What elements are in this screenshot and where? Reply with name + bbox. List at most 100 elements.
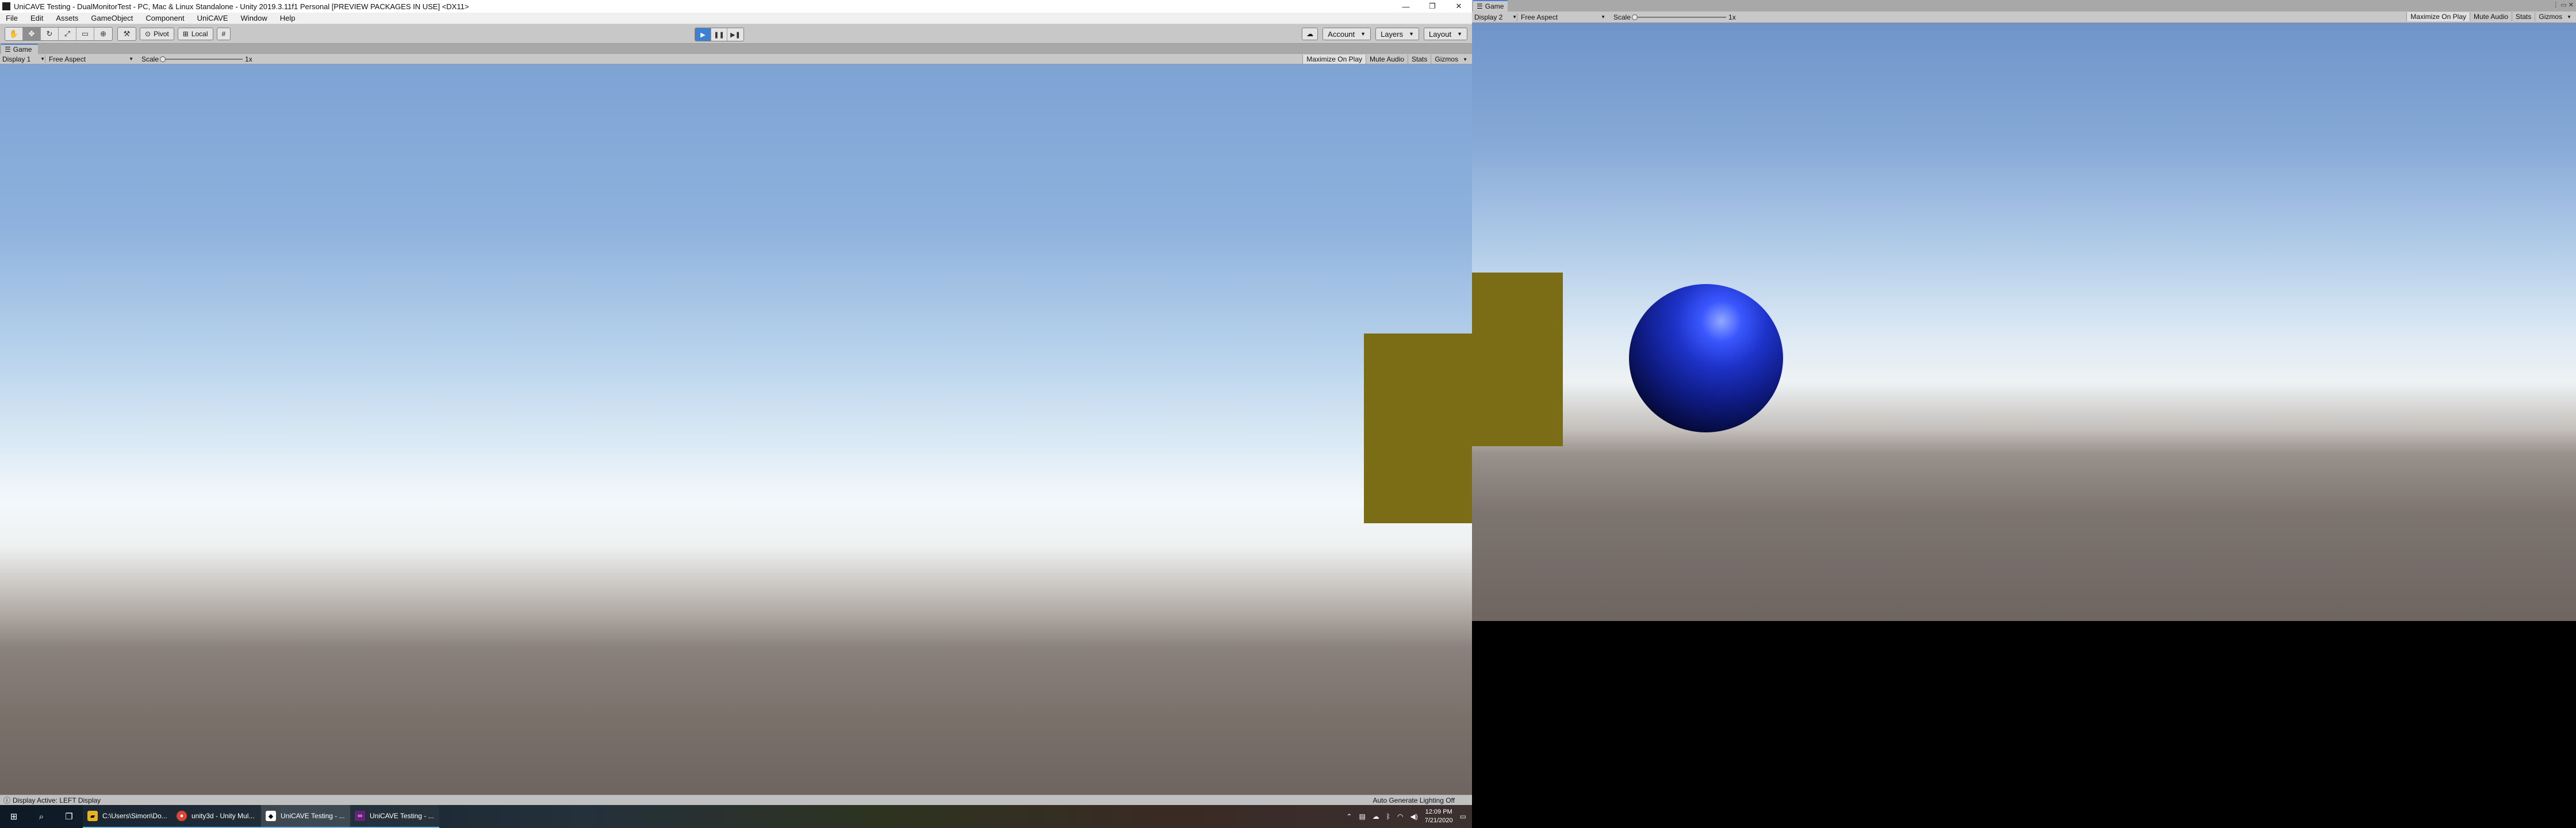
scale-value: 1x [245,55,252,63]
grid-snap-toggle[interactable]: # [216,27,231,40]
scale-slider-2-knob[interactable] [1632,14,1638,20]
gizmos-dropdown-2[interactable]: Gizmos [2535,12,2566,21]
game-tab-icon: ☰ [5,45,11,53]
maximize-on-play-toggle-2[interactable]: Maximize On Play [2406,12,2470,21]
aspect-select-value: Free Aspect [49,55,86,63]
rect-tool-icon[interactable]: ▭ [76,27,94,40]
menu-gameobject[interactable]: GameObject [83,14,138,22]
clock-time: 12:09 PM [1425,808,1452,815]
aspect-select-2-value: Free Aspect [1521,13,1558,21]
game-tab-icon: ☰ [1477,2,1483,10]
playback-controls: ▶ ❚❚ ▶❚ [695,28,744,41]
local-label: Local [191,29,208,38]
game-view-toggles: Maximize On Play Mute Audio Stats Gizmos… [1302,54,1469,64]
tab-game-2-label: Game [1485,2,1504,10]
local-toggle[interactable]: ⊞ Local [177,27,213,40]
scale-slider[interactable] [159,54,245,64]
aspect-select-2[interactable]: Free Aspect ▼ [1517,13,1608,21]
network-icon[interactable]: ▤ [1359,812,1365,821]
scale-tool-icon[interactable]: ⤢ [59,27,76,40]
chrome-icon: ● [177,811,187,821]
pause-button[interactable]: ❚❚ [711,28,727,41]
menu-unicave[interactable]: UniCAVE [190,14,233,22]
task-view-icon[interactable]: ❐ [55,805,83,828]
cube-object [1364,334,1472,523]
display-select[interactable]: Display 1 ▼ [0,55,45,63]
chevron-up-icon[interactable]: ⌃ [1346,812,1352,821]
pivot-label: Pivot [154,29,169,38]
cloud-icon[interactable]: ☁ [1302,28,1318,40]
scale-slider-knob[interactable] [160,56,166,62]
onedrive-icon[interactable]: ☁ [1373,812,1379,821]
account-label: Account [1328,29,1355,39]
taskbar-item-visual-studio[interactable]: ∞ UniCAVE Testing - ... [350,805,439,828]
local-icon: ⊞ [182,29,189,38]
rotate-tool-icon[interactable]: ↻ [41,27,59,40]
title-bar: UniCAVE Testing - DualMonitorTest - PC, … [0,0,1472,13]
stats-toggle-2[interactable]: Stats [2512,12,2535,21]
chevron-down-icon[interactable]: ▼ [2566,12,2573,21]
chevron-down-icon: ▼ [1601,14,1605,20]
account-dropdown[interactable]: Account ▼ [1322,28,1371,40]
menu-help[interactable]: Help [273,14,301,22]
toolbar-right: ☁ Account ▼ Layers ▼ Layout ▼ [1302,28,1467,40]
gizmos-dropdown[interactable]: Gizmos [1431,55,1462,64]
windows-start-icon[interactable]: ⊞ [0,805,28,828]
display-select-2[interactable]: Display 2 ▼ [1472,13,1517,21]
close-button[interactable]: ✕ [1446,0,1472,13]
grid-icon: # [221,29,226,38]
menu-edit[interactable]: Edit [23,14,48,22]
taskbar-item-explorer[interactable]: ▰ C:\Users\Simon\Do... [83,805,172,828]
unity-editor-window: UniCAVE Testing - DualMonitorTest - PC, … [0,0,1472,805]
move-tool-icon[interactable]: ✥ [23,27,41,40]
layout-dropdown[interactable]: Layout ▼ [1424,28,1467,40]
taskbar-item-label: UniCAVE Testing - ... [281,812,345,820]
search-icon[interactable]: ⌕ [28,805,55,828]
mute-audio-toggle-2[interactable]: Mute Audio [2470,12,2512,21]
minimize-button[interactable]: — [1393,0,1419,13]
display-select-2-value: Display 2 [1474,13,1503,21]
aspect-select[interactable]: Free Aspect ▼ [45,55,136,63]
maximize-on-play-toggle[interactable]: Maximize On Play [1302,55,1366,64]
wifi-icon[interactable]: ◠ [1397,812,1403,821]
maximize-button[interactable]: ❐ [1419,0,1446,13]
bluetooth-icon[interactable]: ᛒ [1386,812,1390,821]
hand-tool-icon[interactable]: ✋ [5,27,23,40]
chevron-down-icon: ▼ [40,56,45,62]
game-window-options: Display 2 ▼ Free Aspect ▼ Scale 1x Maxim… [1472,12,2576,23]
menu-assets[interactable]: Assets [48,14,83,22]
play-button[interactable]: ▶ [695,28,711,41]
taskbar-item-unity[interactable]: ◆ UniCAVE Testing - ... [261,805,350,828]
layers-label: Layers [1381,29,1404,39]
volume-icon[interactable]: ◀) [1410,812,1417,821]
status-left: Display Active: LEFT Display [13,796,101,804]
chevron-down-icon: ▼ [1409,31,1414,37]
game-viewport-display-1[interactable] [0,64,1472,795]
notification-icon[interactable]: ▭ [1460,812,1466,821]
transform-tool-icon[interactable]: ⊕ [94,27,112,40]
game-view-options: Display 1 ▼ Free Aspect ▼ Scale 1x Maxim… [0,54,1472,64]
window-menu-icon[interactable]: ⋮ ▭ ✕ [2552,1,2574,9]
taskbar-item-chrome[interactable]: ● unity3d - Unity Mul... [172,805,261,828]
pivot-toggle[interactable]: ⊙ Pivot [140,27,174,40]
clock[interactable]: 12:09 PM 7/21/2020 [1425,808,1453,825]
tab-game-2[interactable]: ☰ Game [1473,0,1508,12]
pivot-icon: ⊙ [145,29,151,38]
step-button[interactable]: ▶❚ [727,28,743,41]
tab-game[interactable]: ☰ Game [1,44,38,54]
menu-component[interactable]: Component [138,14,189,22]
custom-tool-icon[interactable]: ⚒ [118,27,136,40]
mute-audio-toggle[interactable]: Mute Audio [1366,55,1408,64]
menu-bar: File Edit Assets GameObject Component Un… [0,13,1472,24]
scale-value-2: 1x [1728,13,1736,21]
stats-toggle[interactable]: Stats [1408,55,1431,64]
menu-window[interactable]: Window [233,14,273,22]
menu-file[interactable]: File [0,14,23,22]
game-window-display-2: ☰ Game ⋮ ▭ ✕ Display 2 ▼ Free Aspect ▼ S… [1472,0,2576,828]
game-viewport-display-2[interactable] [1472,23,2576,621]
visual-studio-icon: ∞ [355,811,365,821]
status-bar: ⓘ Display Active: LEFT Display Auto Gene… [0,795,1472,805]
scale-slider-2[interactable] [1631,12,1728,22]
chevron-down-icon[interactable]: ▼ [1462,55,1469,64]
layers-dropdown[interactable]: Layers ▼ [1375,28,1420,40]
